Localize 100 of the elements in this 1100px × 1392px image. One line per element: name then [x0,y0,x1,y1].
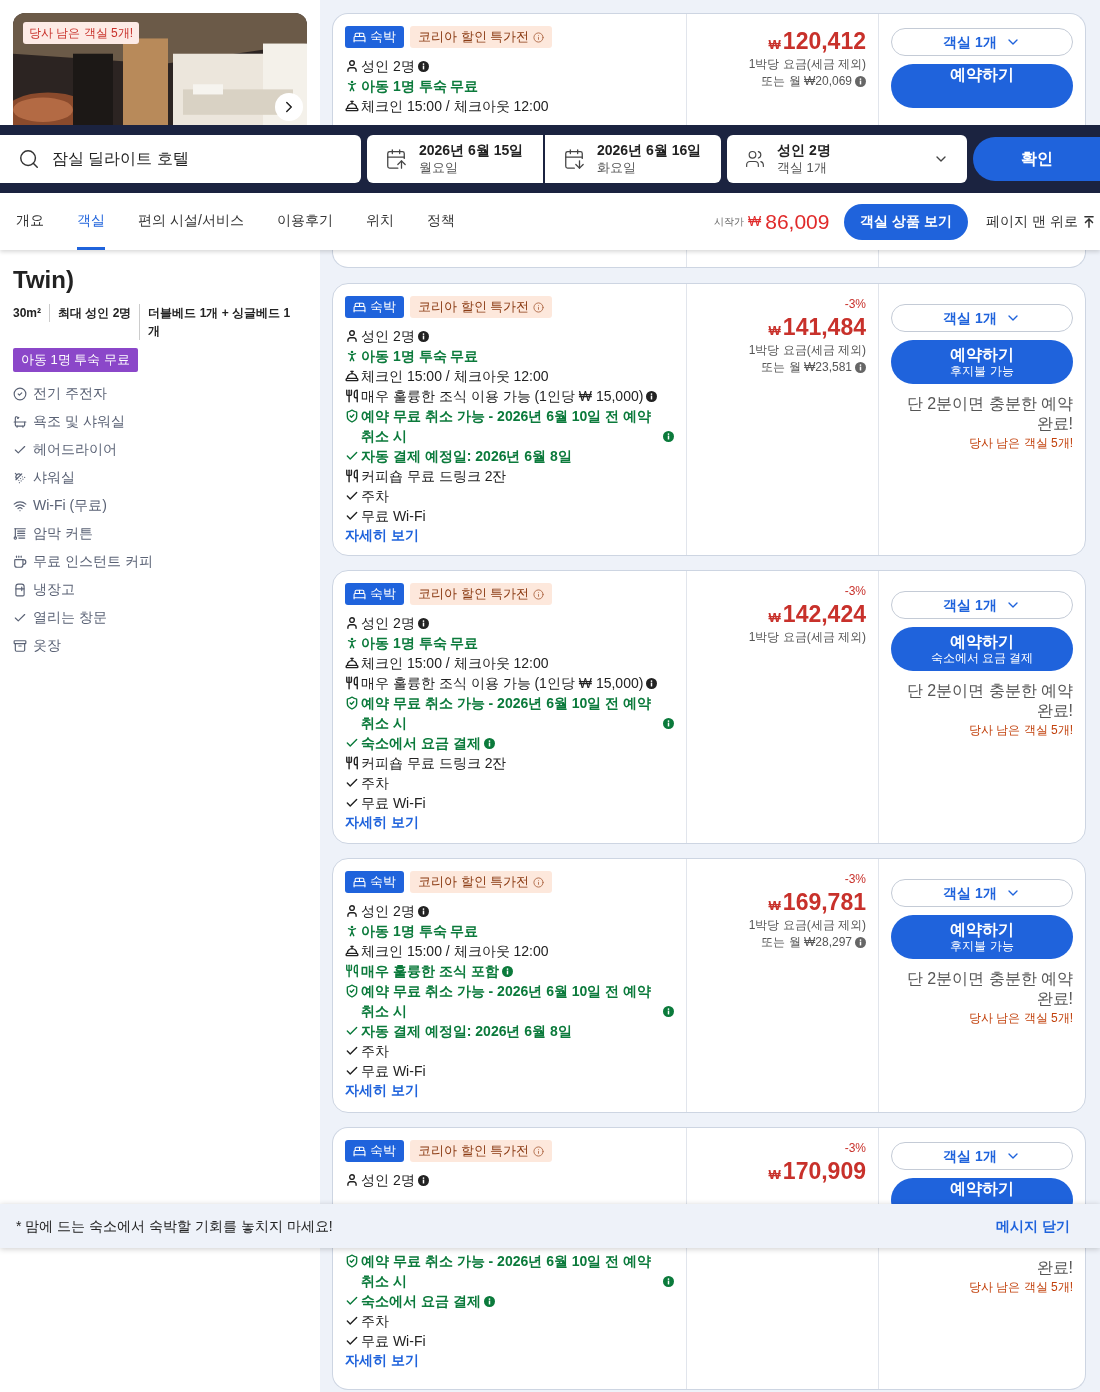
feature-text: 아동 1명 투숙 무료 [361,77,479,96]
currency-symbol: ₩ [768,1166,781,1184]
child-icon [345,636,359,650]
feature-text: 체크인 15:00 / 체크아웃 12:00 [361,654,549,673]
book-button[interactable]: 예약하기 후지불 가능 [891,915,1073,959]
from-price: 86,009 [765,208,830,235]
close-message-link[interactable]: 메시지 닫기 [996,1215,1070,1237]
check-icon [345,449,359,463]
feature-text: 체크인 15:00 / 체크아웃 12:00 [361,942,549,961]
back-to-top-button[interactable]: 페이지 맨 위로 [986,211,1096,232]
check-icon [345,1294,359,1308]
monthly-price: 또는 월 ₩28,297 [761,934,852,951]
amenity-text: 욕조 및 샤워실 [33,412,125,431]
price-note: 1박당 요금(세금 제외) [748,56,866,73]
book-button[interactable]: 예약하기 숙소에서 요금 결제 [891,627,1073,671]
stay-tag: 숙박 [345,296,404,318]
amenity-text: 냉장고 [33,580,75,599]
shield-check-icon [345,984,359,998]
price-note: 1박당 요금(세금 제외) [748,917,866,934]
cabinet-icon [13,638,27,653]
currency-symbol: ₩ [768,36,781,54]
booking-note: 완료! [1035,1258,1073,1278]
feature-text: 아동 1명 투숙 무료 [361,347,479,366]
section-tab[interactable]: 편의 시설/서비스 [138,193,244,250]
section-tab[interactable]: 개요 [16,193,44,250]
currency-symbol: ₩ [768,897,781,915]
details-link[interactable]: 자세히 보기 [345,1081,674,1099]
section-tab[interactable]: 이용후기 [276,193,333,250]
details-link[interactable]: 자세히 보기 [345,1351,674,1369]
confirm-button[interactable]: 확인 [973,137,1100,181]
feature-text: 체크인 15:00 / 체크아웃 12:00 [361,367,549,386]
booking-note: 단 2분이면 충분한 예약 완료! [905,969,1073,1009]
calendar-icon [385,148,407,170]
feature-text: 자동 결제 예정일: 2026년 6월 8일 [361,1022,572,1041]
shower-icon [13,470,27,485]
child-free-badge: 아동 1명 투숙 무료 [13,348,139,372]
banner-message: * 맘에 드는 숙소에서 숙박할 기회를 놓치지 마세요! [16,1216,333,1236]
feature-text: 예약 무료 취소 가능 - 2026년 6월 10일 전 예약 취소 시 [361,694,653,733]
book-button[interactable]: 예약하기 [891,64,1073,108]
info-icon[interactable] [646,678,658,689]
feature-text: 매우 훌륭한 조식 이용 가능 (1인당 ₩ 15,000) [361,387,644,406]
from-label: 시작가 [714,215,744,229]
bed-icon [353,587,366,601]
feature-text: 예약 무료 취소 가능 - 2026년 6월 10일 전 예약 취소 시 [361,1252,653,1291]
feature-text: 주차 [361,1042,389,1061]
monthly-price: 또는 월 ₩20,069 [761,73,852,90]
book-button[interactable]: 예약하기 [891,1178,1073,1204]
reception-icon [345,99,359,113]
booking-note: 단 2분이면 충분한 예약 완료! [905,394,1073,434]
discount-text: -3% [844,1140,866,1156]
shield-check-icon [345,409,359,423]
person-icon [345,904,359,918]
feature-text: 아동 1명 투숙 무료 [361,634,479,653]
view-rooms-button[interactable]: 객실 상품 보기 [844,203,969,240]
promo-tag: 코리아 할인 특가전 [410,871,553,893]
info-icon[interactable] [646,391,658,402]
section-tab[interactable]: 위치 [365,193,394,250]
book-button[interactable]: 예약하기 후지불 가능 [891,340,1073,384]
section-tab[interactable]: 정책 [426,193,455,250]
rooms-left-badge: 당사 남은 객실 5개! [23,22,139,44]
promo-tag: 코리아 할인 특가전 [410,1140,553,1162]
promo-tag: 코리아 할인 특가전 [410,583,553,605]
info-icon[interactable] [417,331,429,342]
info-icon[interactable] [417,618,429,629]
feature-text: 성인 2명 [361,327,415,346]
shield-check-icon [345,1254,359,1268]
feature-text: 주차 [361,1312,389,1331]
info-icon[interactable] [417,906,429,917]
check-circle-icon [13,386,27,401]
feature-text: 성인 2명 [361,614,415,633]
details-link[interactable]: 자세히 보기 [345,526,674,544]
feature-text: 커피숍 무료 드링크 2잔 [361,754,507,773]
info-icon[interactable] [417,61,429,72]
feature-text: 숙소에서 요금 결제 [361,734,481,753]
discount-text: -3% [844,296,866,312]
info-icon[interactable] [417,1175,429,1186]
feature-text: 매우 훌륭한 조식 포함 [361,962,499,981]
amenity-text: Wi-Fi (무료) [33,496,107,515]
fridge-icon [13,582,27,597]
guests-select[interactable]: 성인 2명 객실 1개 [727,135,967,183]
price-text: 120,412 [782,27,866,56]
shield-check-icon [345,696,359,710]
utensils-icon [345,964,359,978]
room-title: Twin) [13,266,75,294]
date-field[interactable]: 2026년 6월 15일 월요일 [367,135,543,183]
date-field[interactable]: 2026년 6월 16일 화요일 [545,135,721,183]
price-note: 1박당 요금(세금 제외) [748,629,866,646]
feature-text: 체크인 15:00 / 체크아웃 12:00 [361,97,549,116]
search-field[interactable]: 잠실 딜라이트 호텔 [0,135,361,183]
price-text: 142,424 [782,600,866,629]
feature-text: 매우 훌륭한 조식 이용 가능 (1인당 ₩ 15,000) [361,674,644,693]
price-text: 170,909 [782,1157,866,1186]
amenity-text: 헤어드라이어 [33,440,117,459]
price-text: 141,484 [782,313,866,342]
check-icon [345,1334,359,1348]
child-icon [345,79,359,93]
arrow-up-icon [1082,214,1096,229]
details-link[interactable]: 자세히 보기 [345,813,674,831]
feature-text: 성인 2명 [361,57,415,76]
person-icon [345,616,359,630]
